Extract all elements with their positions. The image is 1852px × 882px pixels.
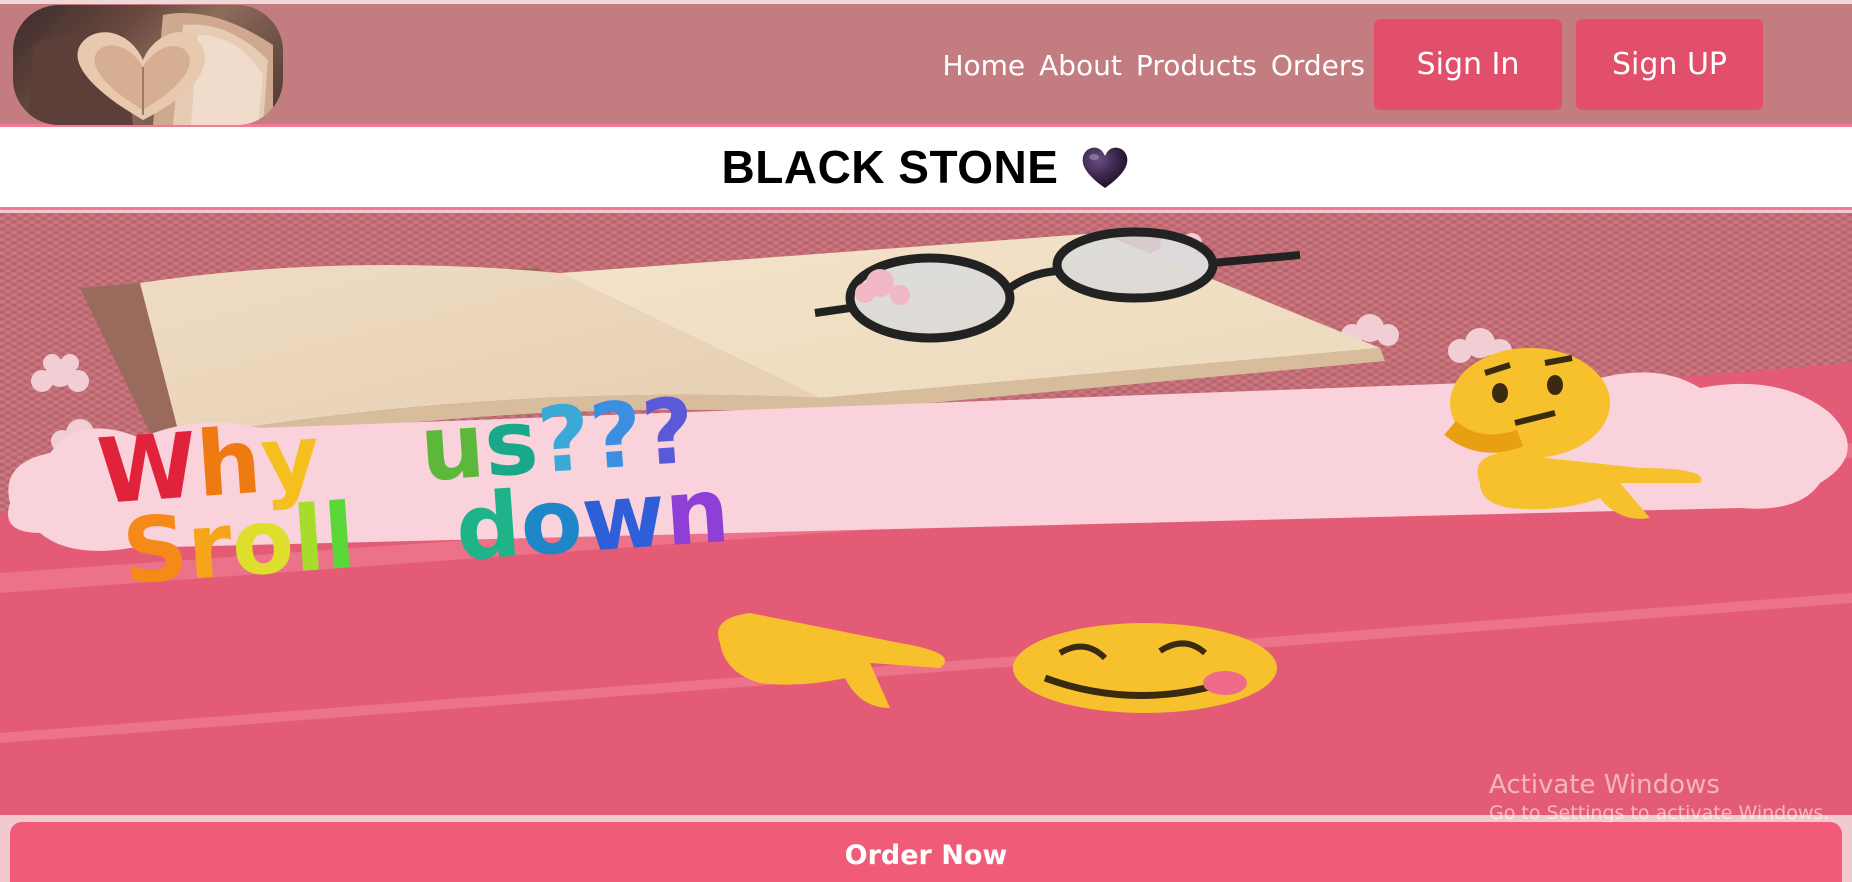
order-now-label: Order Now: [844, 840, 1008, 871]
page-title: BLACK STONE: [721, 141, 1059, 193]
nav-orders-link[interactable]: Orders: [1271, 49, 1365, 83]
nav-products-link[interactable]: Products: [1136, 49, 1257, 83]
hero-illustration: Why us??? Sroll down: [0, 227, 1852, 815]
hero-banner: Why us??? Sroll down: [0, 213, 1852, 815]
nav-about-link[interactable]: About: [1039, 49, 1122, 83]
watermark-subtitle: Go to Settings to activate Windows.: [1489, 802, 1830, 824]
windows-activation-watermark: Activate Windows Go to Settings to activ…: [1489, 770, 1829, 824]
main-nav: Home About Products Orders: [942, 49, 1365, 83]
order-now-button[interactable]: Order Now: [10, 822, 1842, 882]
thinking-face-icon: [1444, 348, 1610, 458]
nav-home-link[interactable]: Home: [942, 49, 1025, 83]
top-navbar: Home About Products Orders Sign In Sign …: [0, 0, 1852, 127]
face-savoring-food-icon: [1013, 623, 1277, 713]
black-heart-icon: [1083, 147, 1128, 188]
book-heart-logo[interactable]: [13, 5, 283, 125]
sign-in-button[interactable]: Sign In: [1374, 19, 1562, 110]
brand-title-strip: BLACK STONE: [0, 127, 1852, 210]
watermark-title: Activate Windows: [1489, 770, 1720, 800]
sign-up-button[interactable]: Sign UP: [1576, 19, 1763, 110]
